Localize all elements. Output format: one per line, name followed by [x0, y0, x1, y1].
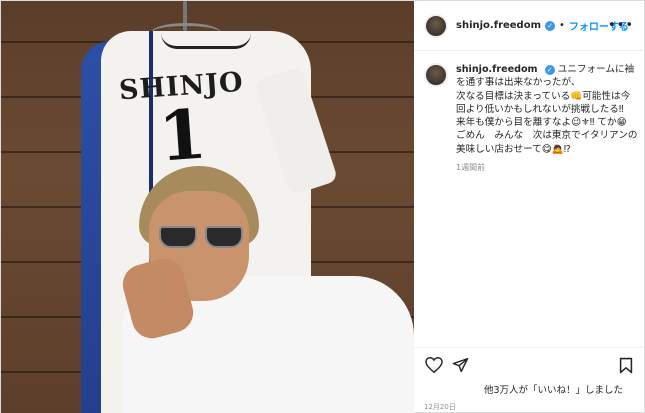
caption-username[interactable]: shinjo.freedom	[456, 64, 538, 75]
caption-text: shinjo.freedom ✓ ユニフォームに袖を通す事は出来なかったが、 次…	[456, 63, 639, 174]
caption-line: 次なる目標は決まっている👊可能性は今回より低いかもしれないが挑戦したる‼	[456, 90, 631, 115]
post-sidebar: shinjo.freedom ✓ • フォローする ••• shinjo.fre…	[414, 1, 645, 413]
post-photo[interactable]: SHINJO 1	[1, 1, 414, 413]
action-bar	[414, 347, 645, 381]
jersey-collar	[161, 33, 251, 49]
bookmark-icon[interactable]	[619, 357, 633, 374]
post-header: shinjo.freedom ✓ • フォローする •••	[414, 1, 645, 51]
likes-count[interactable]: 他3万人が「いいね！」しました	[484, 382, 623, 396]
header-username[interactable]: shinjo.freedom	[456, 20, 541, 31]
caption-timestamp: 1週間前	[456, 163, 486, 173]
sunglasses-lens	[205, 226, 243, 248]
separator-dot: •	[559, 20, 565, 31]
person	[118, 166, 414, 413]
sunglasses-lens	[159, 226, 197, 248]
sunglasses	[159, 226, 245, 248]
caption-verified-badge-icon: ✓	[544, 65, 555, 75]
heart-icon[interactable]	[425, 357, 443, 373]
avatar[interactable]	[424, 13, 448, 38]
more-options-icon[interactable]: •••	[608, 18, 634, 33]
share-icon[interactable]	[452, 357, 469, 373]
verified-badge-icon: ✓	[545, 20, 556, 31]
caption-line: ごめん みんな 次は東京でイタリアンの美味しい店おせーて😋🙇⁉	[456, 130, 638, 155]
post-date: 12月20日	[424, 403, 456, 411]
caption-comment: shinjo.freedom ✓ ユニフォームに袖を通す事は出来なかったが、 次…	[424, 63, 639, 174]
instagram-post: SHINJO 1 shinjo.freedom ✓ • フォローする ••• s	[0, 0, 645, 413]
caption-line: 来年も僕から目を離すなよ😉⚜‼ てか😁	[456, 117, 627, 129]
caption-avatar[interactable]	[424, 63, 448, 87]
